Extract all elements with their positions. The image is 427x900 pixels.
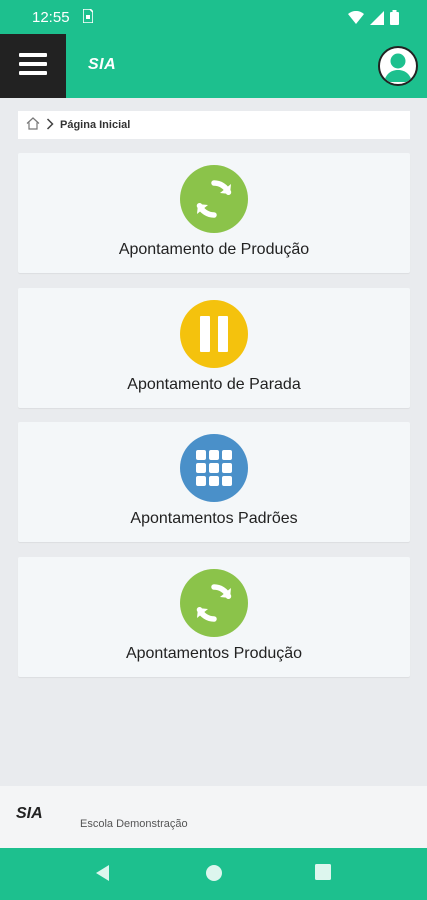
profile-button[interactable] — [378, 46, 418, 86]
card-label: Apontamento de Parada — [127, 376, 301, 393]
home-icon[interactable] — [26, 117, 40, 133]
app-bar: SIA — [0, 34, 427, 98]
refresh-icon — [180, 569, 248, 637]
card-apontamento-producao[interactable]: Apontamento de Produção — [18, 153, 410, 273]
breadcrumb-label: Página Inicial — [60, 119, 131, 131]
card-label: Apontamento de Produção — [118, 241, 310, 258]
user-avatar-icon — [380, 53, 416, 84]
status-icons — [348, 10, 399, 30]
card-apontamento-parada[interactable]: Apontamento de Parada — [18, 288, 410, 408]
school-name: Escola Demonstração — [80, 818, 188, 830]
signal-icon — [370, 10, 384, 30]
card-apontamentos-producao[interactable]: Apontamentos Produção — [18, 557, 410, 677]
menu-button[interactable] — [0, 34, 66, 98]
breadcrumb: Página Inicial — [18, 111, 410, 139]
system-nav-bar — [0, 848, 427, 900]
chevron-right-icon — [46, 117, 54, 133]
refresh-icon — [180, 165, 248, 233]
hamburger-icon — [19, 52, 47, 80]
wifi-icon — [348, 10, 364, 29]
pause-icon — [180, 300, 248, 368]
battery-icon — [390, 10, 399, 30]
footer-logo: SIA — [16, 805, 43, 822]
home-circle-icon[interactable] — [205, 864, 223, 887]
back-icon[interactable] — [95, 864, 111, 887]
recents-icon[interactable] — [315, 864, 331, 885]
app-logo: SIA — [88, 56, 117, 73]
card-apontamentos-padroes[interactable]: Apontamentos Padrões — [18, 422, 410, 542]
status-bar: 12:55 — [0, 0, 427, 34]
card-label: Apontamentos Produção — [125, 645, 303, 662]
card-label: Apontamentos Padrões — [130, 510, 298, 527]
status-time: 12:55 — [32, 9, 70, 26]
sim-card-icon — [82, 8, 94, 26]
grid-icon — [180, 434, 248, 502]
footer: SIA Escola Demonstração — [0, 786, 427, 848]
